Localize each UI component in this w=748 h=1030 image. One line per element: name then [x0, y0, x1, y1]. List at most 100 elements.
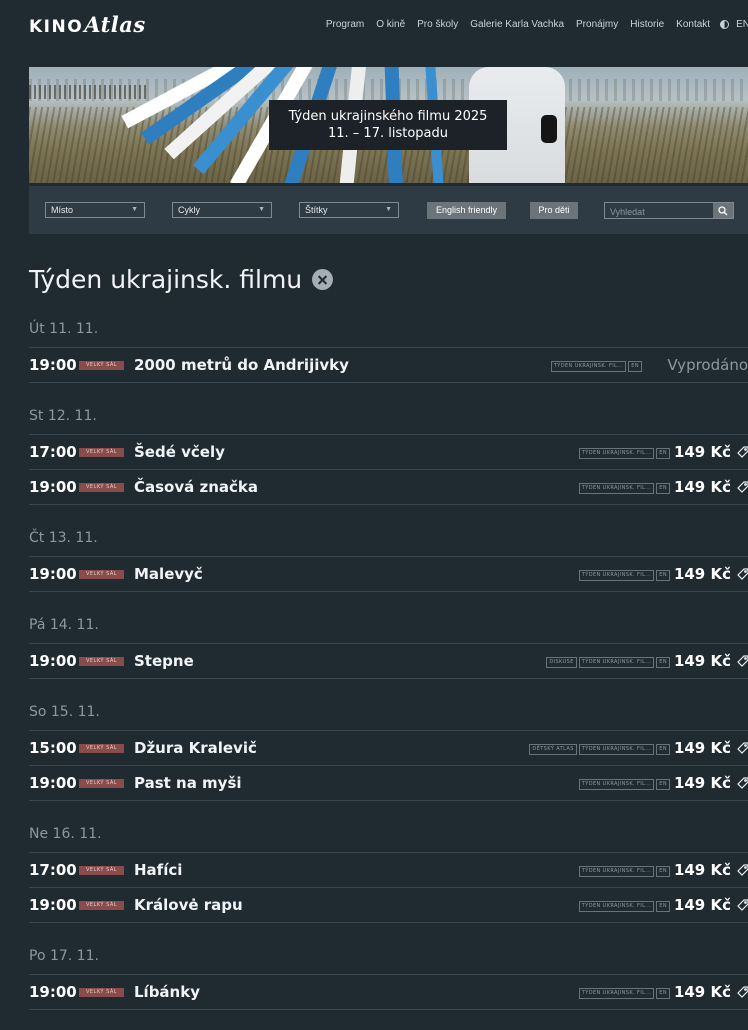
tags-select[interactable]: Štítky ▼: [299, 202, 399, 218]
nav-pronajmy[interactable]: Pronájmy: [576, 19, 618, 30]
tag-badge[interactable]: EN: [656, 570, 670, 581]
search-button[interactable]: [713, 203, 733, 218]
tag-badge[interactable]: TÝDEN UKRAJINSK. FIL...: [550, 361, 627, 372]
tag-badge[interactable]: TÝDEN UKRAJINSK. FIL...: [578, 483, 655, 494]
tag-badge[interactable]: EN: [656, 448, 670, 459]
chevron-down-icon: ▼: [385, 206, 392, 213]
nav-program[interactable]: Program: [326, 19, 364, 30]
nav-pro-skoly[interactable]: Pro školy: [417, 19, 458, 30]
hall-badge: VELKÝ SÁL: [79, 866, 124, 875]
tag-badge[interactable]: EN: [656, 779, 670, 790]
hall-badge: VELKÝ SÁL: [79, 744, 124, 753]
film-title-link[interactable]: Časová značka: [134, 478, 258, 496]
kino-atlas-logo[interactable]: KINO Atlas: [29, 12, 146, 37]
ticket-price[interactable]: 149 Kč: [674, 478, 731, 496]
film-title-link[interactable]: Stepne: [134, 652, 194, 670]
screening-time: 19:00: [29, 356, 77, 374]
ticket-price[interactable]: 149 Kč: [674, 565, 731, 583]
tag-list: TÝDEN UKRAJINSK. FIL... EN: [577, 988, 670, 999]
day-heading: Po 17. 11.: [29, 948, 99, 964]
nav-historie[interactable]: Historie: [630, 19, 664, 30]
film-title-link[interactable]: Džura Kralevič: [134, 739, 257, 757]
contrast-icon[interactable]: [720, 20, 730, 29]
ticket-price[interactable]: 149 Kč: [674, 774, 731, 792]
tag-badge[interactable]: TÝDEN UKRAJINSK. FIL...: [578, 901, 655, 912]
film-title-link[interactable]: Líbánky: [134, 983, 200, 1001]
ticket-price[interactable]: 149 Kč: [674, 739, 731, 757]
nav-kontakt[interactable]: Kontakt: [676, 19, 710, 30]
tag-badge[interactable]: EN: [656, 866, 670, 877]
tags-select-label: Štítky: [305, 205, 328, 215]
screening-time: 19:00: [29, 652, 77, 670]
screening-row[interactable]: 19:00 VELKÝ SÁL Stepne DISKUSE TÝDEN UKRAJIN…: [29, 643, 748, 679]
logo-atlas-text: Atlas: [84, 12, 146, 37]
film-title-link[interactable]: Hafíci: [134, 861, 182, 879]
site-header: KINO Atlas Program O kině Pro školy Gale…: [0, 0, 748, 50]
language-switch[interactable]: EN: [736, 19, 748, 30]
tag-badge[interactable]: TÝDEN UKRAJINSK. FIL...: [578, 779, 655, 790]
nav-o-kine[interactable]: O kině: [376, 19, 405, 30]
film-title-link[interactable]: Královė rapu: [134, 896, 243, 914]
ticket-icon[interactable]: [736, 480, 748, 494]
for-kids-button[interactable]: Pro děti: [530, 202, 578, 219]
tag-badge[interactable]: TÝDEN UKRAJINSK. FIL...: [578, 988, 655, 999]
screening-row[interactable]: 17:00 VELKÝ SÁL Šedé včely TÝDEN UKRAJINSK.…: [29, 434, 748, 469]
hall-badge: VELKÝ SÁL: [79, 779, 124, 788]
hall-badge: VELKÝ SÁL: [79, 448, 124, 457]
place-select[interactable]: Místo ▼: [45, 202, 145, 218]
tag-list: TÝDEN UKRAJINSK. FIL... EN: [577, 866, 670, 877]
tag-badge[interactable]: EN: [656, 901, 670, 912]
day-group: St 12. 11. 17:00 VELKÝ SÁL Šedé včely TÝDEN …: [29, 403, 748, 505]
chevron-down-icon: ▼: [258, 206, 265, 213]
tag-badge[interactable]: EN: [656, 988, 670, 999]
search-input[interactable]: [605, 203, 720, 220]
tag-badge[interactable]: EN: [656, 744, 670, 755]
ticket-price[interactable]: 149 Kč: [674, 896, 731, 914]
screening-row[interactable]: 19:00 VELKÝ SÁL Malevyč TÝDEN UKRAJINSK. FI…: [29, 556, 748, 592]
ticket-icon[interactable]: [736, 863, 748, 877]
tag-badge[interactable]: EN: [656, 657, 670, 668]
tag-badge[interactable]: TÝDEN UKRAJINSK. FIL...: [578, 570, 655, 581]
tag-badge[interactable]: TÝDEN UKRAJINSK. FIL...: [578, 866, 655, 877]
day-group: Po 17. 11. 19:00 VELKÝ SÁL Líbánky TÝDEN UKR…: [29, 943, 748, 1010]
tag-badge[interactable]: TÝDEN UKRAJINSK. FIL...: [578, 448, 655, 459]
ticket-icon[interactable]: [736, 776, 748, 790]
film-title-link[interactable]: Malevyč: [134, 565, 203, 583]
tag-list: TÝDEN UKRAJINSK. FIL... EN: [577, 779, 670, 790]
english-friendly-button[interactable]: English friendly: [427, 202, 506, 219]
ticket-icon[interactable]: [736, 898, 748, 912]
day-heading: Pá 14. 11.: [29, 617, 99, 633]
festival-banner[interactable]: Týden ukrajinského filmu 2025 11. – 17. …: [29, 67, 748, 183]
ticket-price[interactable]: 149 Kč: [674, 983, 731, 1001]
screening-row[interactable]: 19:00 VELKÝ SÁL Líbánky TÝDEN UKRAJINSK. FI…: [29, 974, 748, 1010]
tag-badge[interactable]: TÝDEN UKRAJINSK. FIL...: [578, 744, 655, 755]
tag-badge[interactable]: DĚTSKÝ ATLAS: [529, 744, 577, 755]
ticket-icon[interactable]: [736, 567, 748, 581]
tag-badge[interactable]: EN: [628, 361, 642, 372]
screening-row[interactable]: 17:00 VELKÝ SÁL Hafíci TÝDEN UKRAJINSK. FIL…: [29, 852, 748, 887]
clear-filter-icon[interactable]: [312, 269, 334, 290]
film-title-link[interactable]: Past na myši: [134, 774, 242, 792]
ticket-price[interactable]: 149 Kč: [674, 861, 731, 879]
screening-row[interactable]: 19:00 VELKÝ SÁL Královė rapu TÝDEN UKRAJINS…: [29, 887, 748, 923]
banner-caption: Týden ukrajinského filmu 2025 11. – 17. …: [269, 100, 507, 150]
ticket-icon[interactable]: [736, 445, 748, 459]
screening-row[interactable]: 15:00 VELKÝ SÁL Džura Kralevič DĚTSKÝ ATLAS…: [29, 730, 748, 765]
banner-dates: 11. – 17. listopadu: [327, 126, 448, 141]
screening-row[interactable]: 19:00 VELKÝ SÁL Časová značka TÝDEN UKRAJIN…: [29, 469, 748, 505]
ticket-icon[interactable]: [736, 741, 748, 755]
ticket-icon[interactable]: [736, 985, 748, 999]
tag-badge[interactable]: TÝDEN UKRAJINSK. FIL...: [578, 657, 655, 668]
screening-row[interactable]: 19:00 VELKÝ SÁL 2000 metrů do Andrijivky TÝ…: [29, 347, 748, 383]
tag-badge[interactable]: EN: [656, 483, 670, 494]
film-title-link[interactable]: 2000 metrů do Andrijivky: [134, 356, 349, 374]
cycles-select[interactable]: Cykly ▼: [172, 202, 272, 218]
ticket-price[interactable]: 149 Kč: [674, 443, 731, 461]
film-title-link[interactable]: Šedé včely: [134, 443, 225, 461]
tag-badge[interactable]: DISKUSE: [546, 657, 577, 668]
ticket-price[interactable]: 149 Kč: [674, 652, 731, 670]
ticket-icon[interactable]: [736, 654, 748, 668]
nav-galerie[interactable]: Galerie Karla Vachka: [470, 19, 564, 30]
screening-row[interactable]: 19:00 VELKÝ SÁL Past na myši TÝDEN UKRAJINS…: [29, 765, 748, 801]
screening-time: 15:00: [29, 739, 77, 757]
